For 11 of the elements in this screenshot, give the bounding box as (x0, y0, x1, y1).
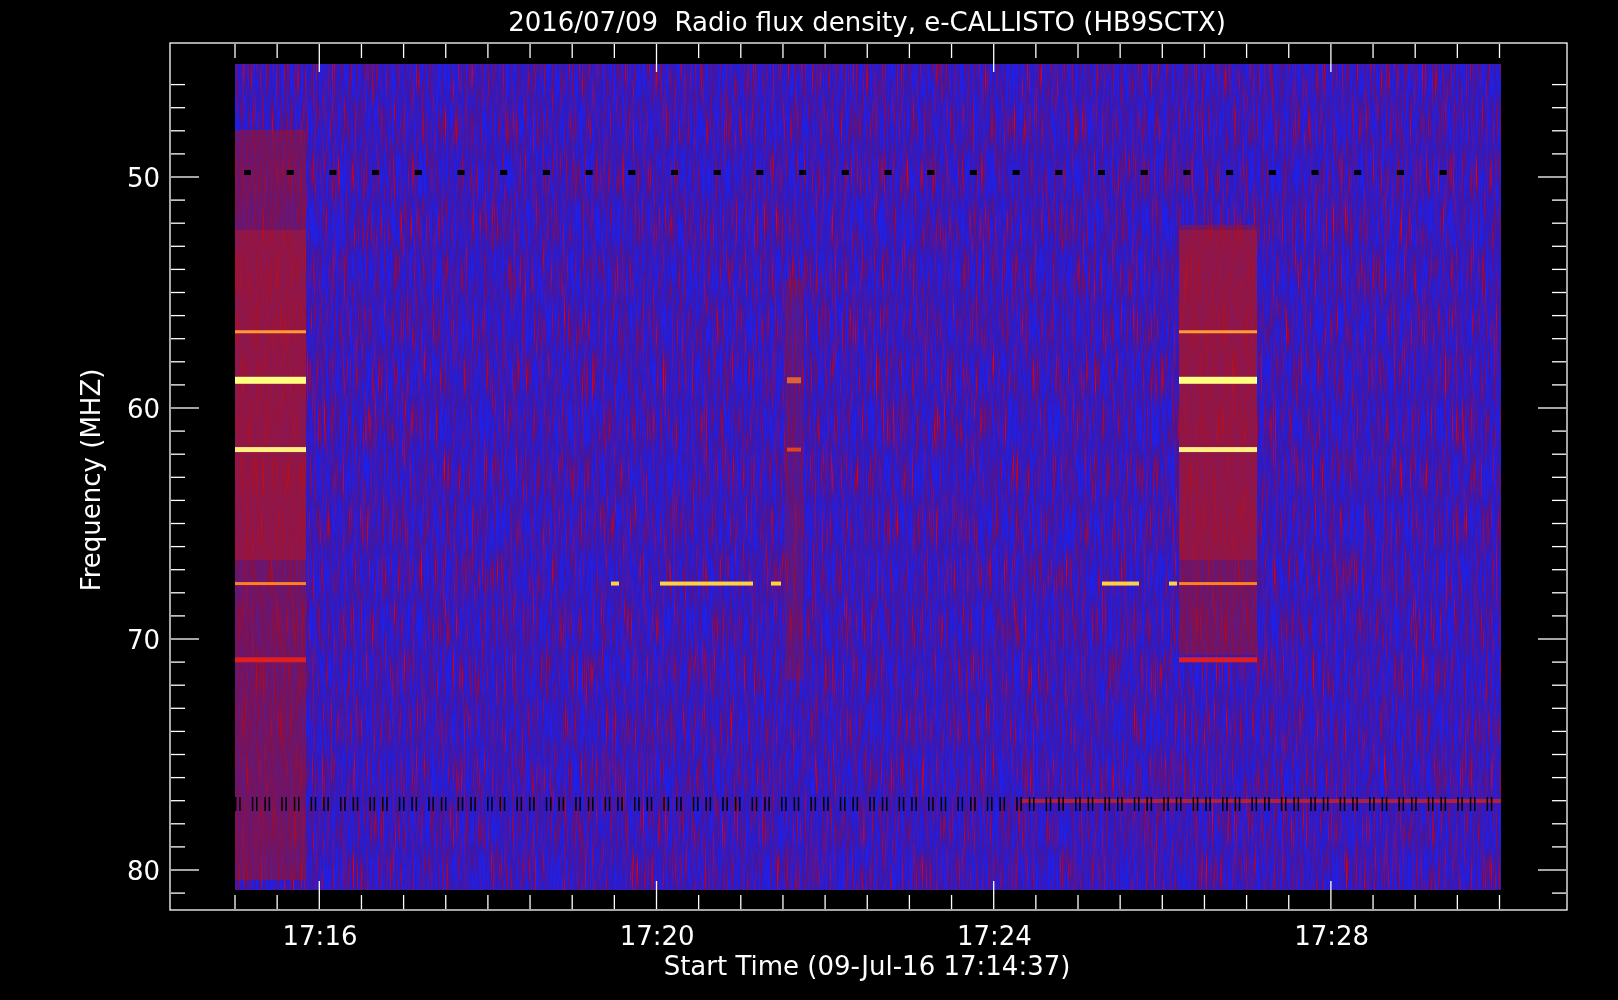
tick-label: 17:24 (956, 921, 1032, 951)
y-axis-label: Frequency (MHZ) (76, 368, 106, 592)
tick-label: 17:20 (619, 921, 695, 951)
tick-label: 17:28 (1294, 921, 1370, 951)
tick-label: 17:16 (282, 921, 358, 951)
plot-title: 2016/07/09 Radio flux density, e-CALLISTO (HB9SCTX) (508, 7, 1226, 37)
tick-label: 60 (126, 394, 160, 424)
x-axis-label: Start Time (09-Jul-16 17:14:37) (663, 951, 1071, 981)
tick-label: 70 (126, 625, 160, 655)
tick-label: 50 (126, 163, 160, 193)
tick-label: 80 (126, 856, 160, 886)
